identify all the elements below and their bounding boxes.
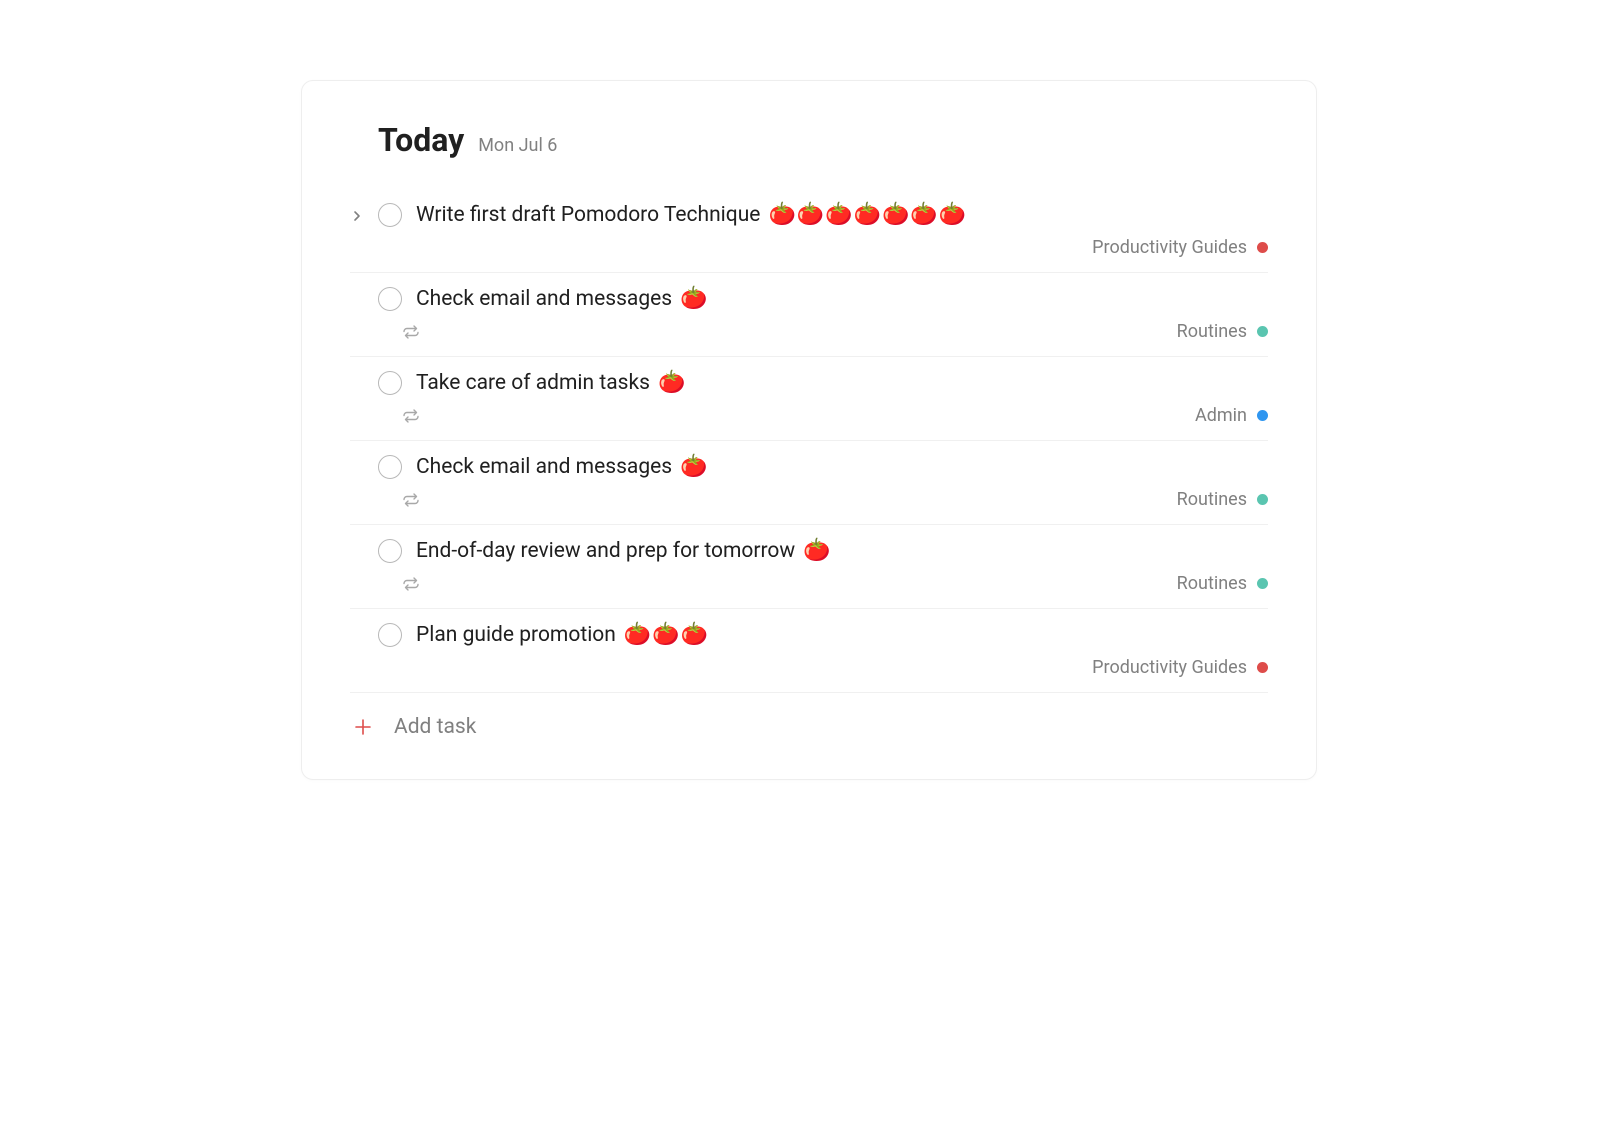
task-item[interactable]: Check email and messages 🍅 Routines xyxy=(350,273,1268,357)
task-item[interactable]: End-of-day review and prep for tomorrow 🍅… xyxy=(350,525,1268,609)
project-name: Admin xyxy=(1195,405,1247,426)
task-row: Check email and messages 🍅 xyxy=(350,455,1268,479)
task-row: Check email and messages 🍅 xyxy=(350,287,1268,311)
project-tag[interactable]: Routines xyxy=(1177,573,1268,594)
task-checkbox[interactable] xyxy=(378,287,402,311)
project-color-dot xyxy=(1257,494,1268,505)
task-title: Check email and messages 🍅 xyxy=(416,287,709,311)
project-tag[interactable]: Routines xyxy=(1177,489,1268,510)
project-color-dot xyxy=(1257,410,1268,421)
task-meta: Productivity Guides xyxy=(350,237,1268,258)
task-row: Write first draft Pomodoro Technique 🍅🍅🍅🍅… xyxy=(350,203,1268,227)
project-name: Productivity Guides xyxy=(1092,657,1247,678)
tomato-count: 🍅🍅🍅🍅🍅🍅🍅 xyxy=(768,204,967,226)
task-meta: Routines xyxy=(350,321,1268,342)
task-checkbox[interactable] xyxy=(378,371,402,395)
project-tag[interactable]: Productivity Guides xyxy=(1092,237,1268,258)
task-title: Plan guide promotion 🍅🍅🍅 xyxy=(416,623,709,647)
repeat-icon xyxy=(402,407,420,425)
project-color-dot xyxy=(1257,326,1268,337)
task-meta: Routines xyxy=(350,489,1268,510)
tomato-count: 🍅 xyxy=(680,456,708,478)
task-meta-left xyxy=(402,407,420,425)
task-meta: Routines xyxy=(350,573,1268,594)
task-text: Plan guide promotion xyxy=(416,623,616,647)
task-row: Take care of admin tasks 🍅 xyxy=(350,371,1268,395)
project-name: Productivity Guides xyxy=(1092,237,1247,258)
task-text: Check email and messages xyxy=(416,287,672,311)
task-checkbox[interactable] xyxy=(378,623,402,647)
task-row: Plan guide promotion 🍅🍅🍅 xyxy=(350,623,1268,647)
tomato-count: 🍅 xyxy=(803,540,831,562)
task-meta-left xyxy=(402,323,420,341)
task-item[interactable]: Check email and messages 🍅 Routines xyxy=(350,441,1268,525)
add-task-button[interactable]: Add task xyxy=(350,693,1268,739)
task-title: Write first draft Pomodoro Technique 🍅🍅🍅🍅… xyxy=(416,203,967,227)
project-tag[interactable]: Productivity Guides xyxy=(1092,657,1268,678)
repeat-icon xyxy=(402,323,420,341)
project-color-dot xyxy=(1257,662,1268,673)
task-title: Check email and messages 🍅 xyxy=(416,455,709,479)
task-meta: Productivity Guides xyxy=(350,657,1268,678)
tomato-count: 🍅 xyxy=(680,288,708,310)
plus-icon xyxy=(352,716,374,738)
add-task-label: Add task xyxy=(394,715,476,739)
header: Today Mon Jul 6 xyxy=(350,121,1268,159)
repeat-icon xyxy=(402,575,420,593)
project-tag[interactable]: Admin xyxy=(1195,405,1268,426)
task-meta-left xyxy=(402,575,420,593)
task-text: Take care of admin tasks xyxy=(416,371,650,395)
header-date: Mon Jul 6 xyxy=(478,135,557,156)
project-name: Routines xyxy=(1177,321,1247,342)
task-meta: Admin xyxy=(350,405,1268,426)
project-color-dot xyxy=(1257,578,1268,589)
task-title: End-of-day review and prep for tomorrow 🍅 xyxy=(416,539,832,563)
today-card: Today Mon Jul 6 Write first draft Pomodo… xyxy=(301,80,1317,780)
tomato-count: 🍅🍅🍅 xyxy=(624,624,709,646)
project-name: Routines xyxy=(1177,573,1247,594)
task-item[interactable]: Write first draft Pomodoro Technique 🍅🍅🍅🍅… xyxy=(350,189,1268,273)
task-meta-left xyxy=(402,491,420,509)
tomato-count: 🍅 xyxy=(658,372,686,394)
task-text: Check email and messages xyxy=(416,455,672,479)
expand-column xyxy=(350,210,364,220)
repeat-icon xyxy=(402,491,420,509)
project-name: Routines xyxy=(1177,489,1247,510)
task-checkbox[interactable] xyxy=(378,539,402,563)
task-item[interactable]: Take care of admin tasks 🍅 Admin xyxy=(350,357,1268,441)
task-checkbox[interactable] xyxy=(378,455,402,479)
task-row: End-of-day review and prep for tomorrow 🍅 xyxy=(350,539,1268,563)
task-checkbox[interactable] xyxy=(378,203,402,227)
chevron-right-icon[interactable] xyxy=(352,210,362,220)
task-text: Write first draft Pomodoro Technique xyxy=(416,203,760,227)
task-item[interactable]: Plan guide promotion 🍅🍅🍅 Productivity Guid… xyxy=(350,609,1268,693)
task-text: End-of-day review and prep for tomorrow xyxy=(416,539,795,563)
project-tag[interactable]: Routines xyxy=(1177,321,1268,342)
task-title: Take care of admin tasks 🍅 xyxy=(416,371,686,395)
project-color-dot xyxy=(1257,242,1268,253)
task-list: Write first draft Pomodoro Technique🍅🍅🍅🍅… xyxy=(350,189,1268,693)
page-title: Today xyxy=(378,121,464,159)
